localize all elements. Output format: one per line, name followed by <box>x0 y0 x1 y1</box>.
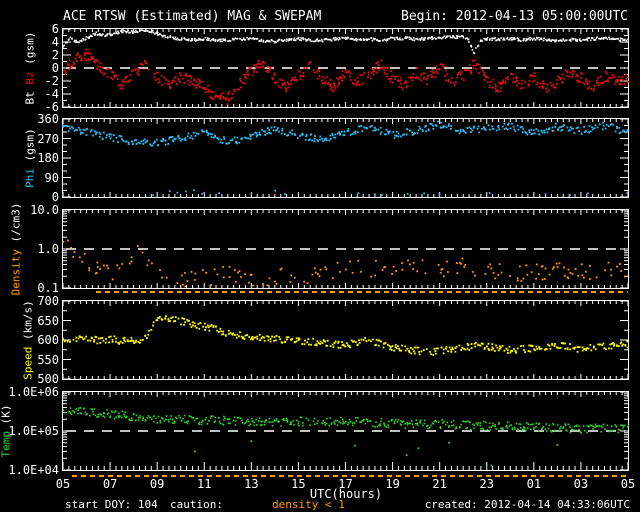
y-axis-label-temperature: Temp (K) <box>0 405 13 458</box>
xtick-13: 13 <box>244 477 259 491</box>
ytick-temperature-1.0E+06: 1.0E+06 <box>8 385 59 399</box>
plot-begin-time: Begin: 2012-04-13 05:00:00UTC <box>401 9 628 24</box>
xtick-05: 05 <box>55 477 71 491</box>
series-bz <box>63 48 629 106</box>
series-temp-outliers <box>193 440 559 467</box>
series-speed <box>62 315 629 356</box>
panel-temperature-plot <box>62 391 629 471</box>
caution-dashes-below-density <box>95 291 628 293</box>
caution-label: caution: <box>170 498 223 511</box>
xtick-23: 23 <box>479 477 494 491</box>
xtick-09: 09 <box>149 477 165 491</box>
y-axis-label-phi-angle: Phi (gsm) <box>24 128 37 188</box>
ace-rtsw-plot-image: ACE RTSW (Estimated) MAG & SWEPAM Begin:… <box>0 0 640 512</box>
axis-label-part: (gsm) <box>23 128 37 168</box>
ytick-phi-angle-360: 360 <box>37 112 59 126</box>
axis-label-part: Bz <box>23 71 37 85</box>
xtick-11: 11 <box>197 477 212 491</box>
axis-label-part: Bt <box>23 84 37 105</box>
y-axis-label-magnetic-field: Bt Bz (gsm) <box>24 32 37 105</box>
axis-label-part: (gsm) <box>23 31 37 72</box>
caution-value: density < 1 <box>272 498 345 511</box>
axis-label-part: Phi <box>23 167 37 188</box>
plot-title: ACE RTSW (Estimated) MAG & SWEPAM <box>63 9 322 24</box>
xtick-21: 21 <box>432 477 447 491</box>
panel-phi-angle-plot <box>62 118 629 198</box>
xtick-03: 03 <box>573 477 589 491</box>
panel-density-plot <box>62 209 629 289</box>
start-doy-label: start DOY: 104 <box>65 498 158 511</box>
xtick-01: 01 <box>526 477 542 491</box>
ytick-temperature-1.0E+04: 1.0E+04 <box>8 463 59 477</box>
y-axis-label-speed: Speed (km/s) <box>22 300 35 379</box>
axis-label-part: (/cm3) <box>9 202 23 249</box>
created-timestamp: created: 2012-04-14 04:33:06UTC <box>424 498 630 511</box>
panel-magnetic-field-plot <box>62 28 629 108</box>
series-temp <box>62 407 629 434</box>
panel-speed-plot <box>62 300 629 380</box>
series-phi <box>62 120 629 147</box>
y-axis-label-density: Density (/cm3) <box>10 203 23 296</box>
xtick-07: 07 <box>102 477 118 491</box>
xtick-05: 05 <box>620 477 636 491</box>
axis-label-part: (K) <box>0 404 13 431</box>
axis-label-part: Density <box>9 249 23 296</box>
caution-dashes-below-temp <box>72 475 628 477</box>
axis-label-part: Speed <box>21 346 35 380</box>
series-density <box>62 239 626 288</box>
axis-label-part: (km/s) <box>21 300 35 347</box>
axis-label-part: Temp <box>0 431 13 458</box>
